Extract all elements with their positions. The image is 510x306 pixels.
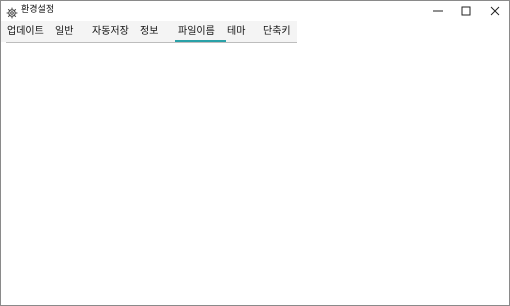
minimize-button[interactable] — [424, 1, 452, 21]
gear-icon — [6, 4, 18, 19]
tab-info[interactable]: 정보 — [140, 21, 158, 42]
window-title: 환경설정 — [21, 5, 55, 15]
tab-bar: 업데이트 일반 자동저장 정보 파일이름 테마 단축키 — [1, 21, 297, 42]
tab-theme[interactable]: 테마 — [227, 21, 245, 42]
selected-tab-indicator — [175, 40, 226, 42]
minimize-icon — [433, 6, 443, 16]
settings-window: 환경설정 업데이트 일반 자동저장 정보 파일이름 테마 단축키 — [0, 0, 510, 306]
tab-general[interactable]: 일반 — [55, 21, 73, 42]
maximize-icon — [461, 6, 471, 16]
tab-content-area — [1, 43, 509, 305]
maximize-button[interactable] — [452, 1, 480, 21]
tab-autosave[interactable]: 자동저장 — [92, 21, 129, 42]
tab-update[interactable]: 업데이트 — [7, 21, 44, 42]
tab-filename[interactable]: 파일이름 — [178, 21, 215, 42]
tab-shortcuts[interactable]: 단축키 — [263, 21, 291, 42]
title-bar[interactable]: 환경설정 — [1, 1, 509, 21]
close-button[interactable] — [481, 1, 509, 21]
close-icon — [490, 6, 500, 16]
